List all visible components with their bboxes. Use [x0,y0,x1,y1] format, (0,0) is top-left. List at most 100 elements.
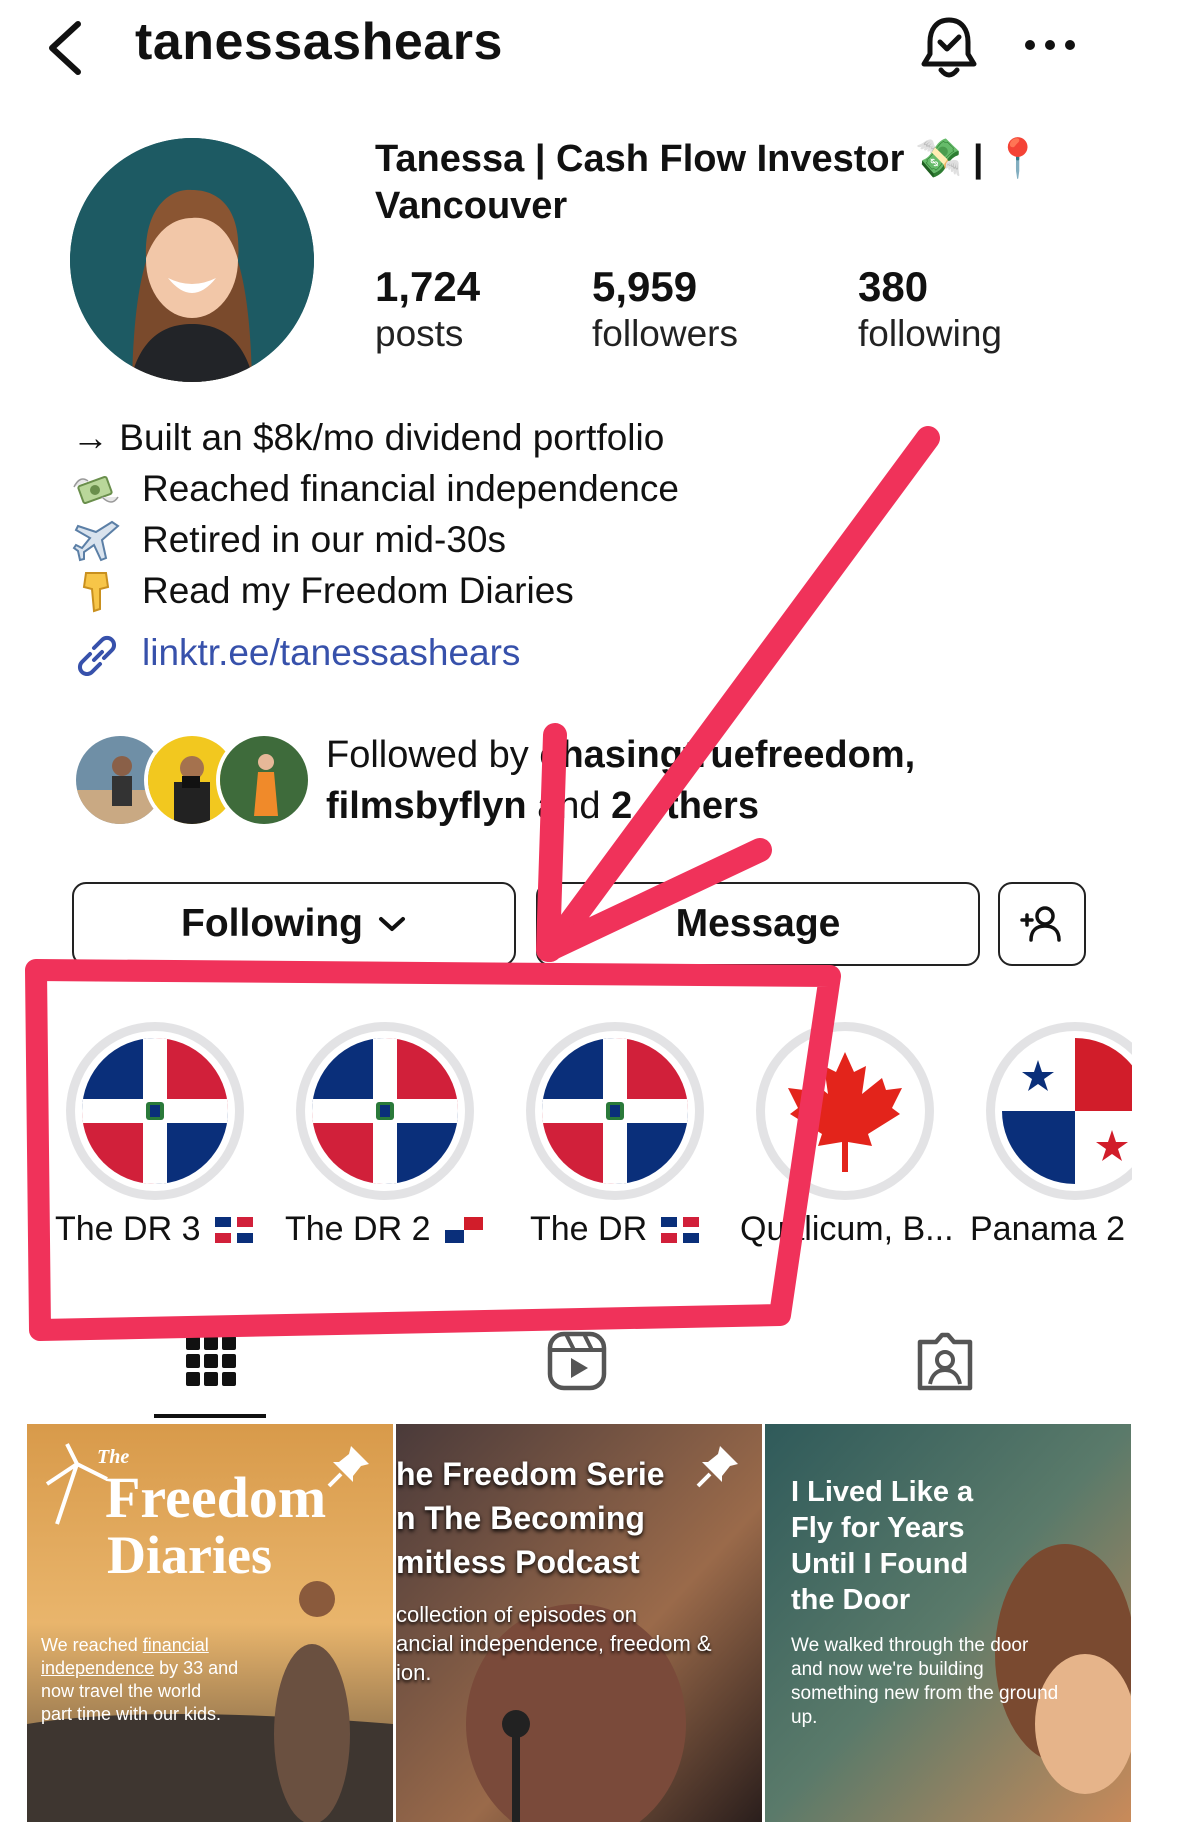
highlight-label-text: The DR 3 [55,1210,201,1248]
following-count: 380 [858,263,929,310]
message-button-label: Message [675,902,841,945]
dominican-republic-flag-icon [82,1038,228,1184]
active-tab-indicator [154,1414,266,1418]
highlight-label-text: Panama 2 [970,1210,1125,1248]
posts-count: 1,724 [375,263,481,310]
bio-link-text[interactable]: linktr.ee/tanessashears [142,632,520,674]
following-stat[interactable]: 380 following [858,262,1002,356]
notification-bell-icon[interactable] [918,14,980,82]
mutual-avatar [216,732,312,828]
post-caption-line: We walked through the door [791,1635,1029,1656]
followed-by-text[interactable]: Followed by chasingtruefreedom, filmsbyf… [326,730,1006,832]
following-label: following [858,313,1002,354]
message-button[interactable]: Message [536,882,980,966]
highlight-label: The DR 3 [55,1210,253,1249]
post-caption: collection of episodes on ancial indepen… [396,1600,712,1687]
add-user-icon [1020,906,1061,942]
mutual-others[interactable]: 2 others [611,785,759,827]
posts-label: posts [375,313,464,354]
profile-bio: → Built an $8k/mo dividend portfolio Rea… [72,412,679,616]
dominican-republic-flag-icon [214,1216,253,1243]
posts-stat[interactable]: 1,724 posts [375,262,480,356]
post-title: Freedom [105,1465,327,1530]
bio-text: → Built an $8k/mo dividend portfolio [72,417,665,458]
post-caption: We walked through the door and now we're… [791,1634,1058,1730]
grid-icon[interactable] [180,1330,242,1392]
reels-icon[interactable] [546,1330,608,1392]
post-caption-text: We reached [41,1635,143,1655]
following-button-label: Following [181,902,363,945]
followed-by-middle: and [526,785,612,827]
canada-maple-leaf-icon [772,1038,918,1184]
dominican-republic-flag-icon [312,1038,458,1184]
profile-display-name: Tanessa | Cash Flow Investor 💸 | 📍 Vanco… [375,138,1042,227]
post-caption-line: collection of episodes on [396,1602,637,1627]
highlight-label-text: The DR [530,1210,648,1248]
followers-count: 5,959 [592,263,698,310]
link-icon [77,635,117,676]
pointing-down-icon [82,571,110,612]
post-caption: We reached financial independence by 33 … [41,1634,271,1726]
highlight-label-text: Qualicum, B... [740,1210,954,1248]
post-title-line: I Lived Like a [791,1476,974,1508]
bio-line: → Built an $8k/mo dividend portfolio [72,412,679,463]
bio-line: Reached financial independence [72,463,679,514]
post-title-line: he Freedom Serie [396,1456,665,1492]
post-caption-text: part time with our kids. [41,1704,222,1724]
bio-link[interactable]: linktr.ee/tanessashears [72,630,520,676]
highlight-label: The DR [530,1210,700,1249]
mutual-user-2[interactable]: filmsbyflyn [326,785,527,827]
post-tile[interactable]: The Freedom Diaries We reached financial… [27,1424,393,1822]
bio-line: Retired in our mid-30s [72,514,679,565]
highlight-the-dr[interactable] [526,1022,704,1200]
profile-username: tanessashears [135,13,503,71]
post-title: Diaries [107,1525,272,1585]
highlight-ring [296,1022,474,1200]
post-tile[interactable]: he Freedom Serie n The Becoming mitless … [396,1424,762,1822]
money-with-wings-icon [73,475,119,504]
suggested-users-button[interactable] [998,882,1086,966]
post-title: he Freedom Serie n The Becoming mitless … [396,1452,665,1584]
mutual-followers-avatars[interactable] [72,732,312,828]
post-title-line: mitless Podcast [396,1544,640,1580]
bio-text: Read my Freedom Diaries [142,570,574,611]
bio-text: Reached financial independence [142,468,679,509]
more-options-icon[interactable] [1022,30,1078,60]
highlight-label: Qualicum, B... [740,1210,954,1249]
post-caption-text: by 33 and [154,1658,239,1678]
highlight-ring [66,1022,244,1200]
followed-by-prefix: Followed by [326,734,540,776]
profile-avatar [70,138,314,382]
post-title-line: n The Becoming [396,1500,645,1536]
panama-flag-icon [444,1216,483,1243]
pinned-post-icon [327,1446,369,1488]
post-caption-line: and now we're building [791,1659,984,1680]
highlight-panama-2[interactable] [986,1022,1132,1200]
post-title-line: the Door [791,1584,911,1616]
pinned-post-icon [696,1446,738,1488]
followers-stat[interactable]: 5,959 followers [592,262,738,356]
airplane-icon [72,520,120,561]
post-title: I Lived Like a Fly for Years Until I Fou… [791,1474,973,1618]
post-caption-link: financial [142,1635,209,1655]
followers-label: followers [592,313,738,354]
highlight-label: Panama 2 [970,1210,1125,1249]
mutual-user-1[interactable]: chasingtruefreedom, [539,734,915,776]
highlight-label: The DR 2 [285,1210,483,1249]
post-caption-line: ion. [396,1660,432,1685]
dominican-republic-flag-icon [542,1038,688,1184]
post-title-line: Fly for Years [791,1512,965,1544]
highlight-qualicum[interactable] [756,1022,934,1200]
chevron-down-icon [378,917,405,931]
highlight-label-text: The DR 2 [285,1210,431,1248]
highlight-the-dr-2[interactable] [296,1022,474,1200]
tagged-icon[interactable] [914,1330,976,1392]
back-arrow-icon[interactable] [40,18,90,78]
highlight-ring [526,1022,704,1200]
bio-line: Read my Freedom Diaries [72,565,679,616]
following-button[interactable]: Following [72,882,516,966]
highlight-ring [756,1022,934,1200]
post-caption-line: up. [791,1707,818,1728]
highlight-the-dr-3[interactable] [66,1022,244,1200]
post-tile[interactable]: I Lived Like a Fly for Years Until I Fou… [765,1424,1131,1822]
